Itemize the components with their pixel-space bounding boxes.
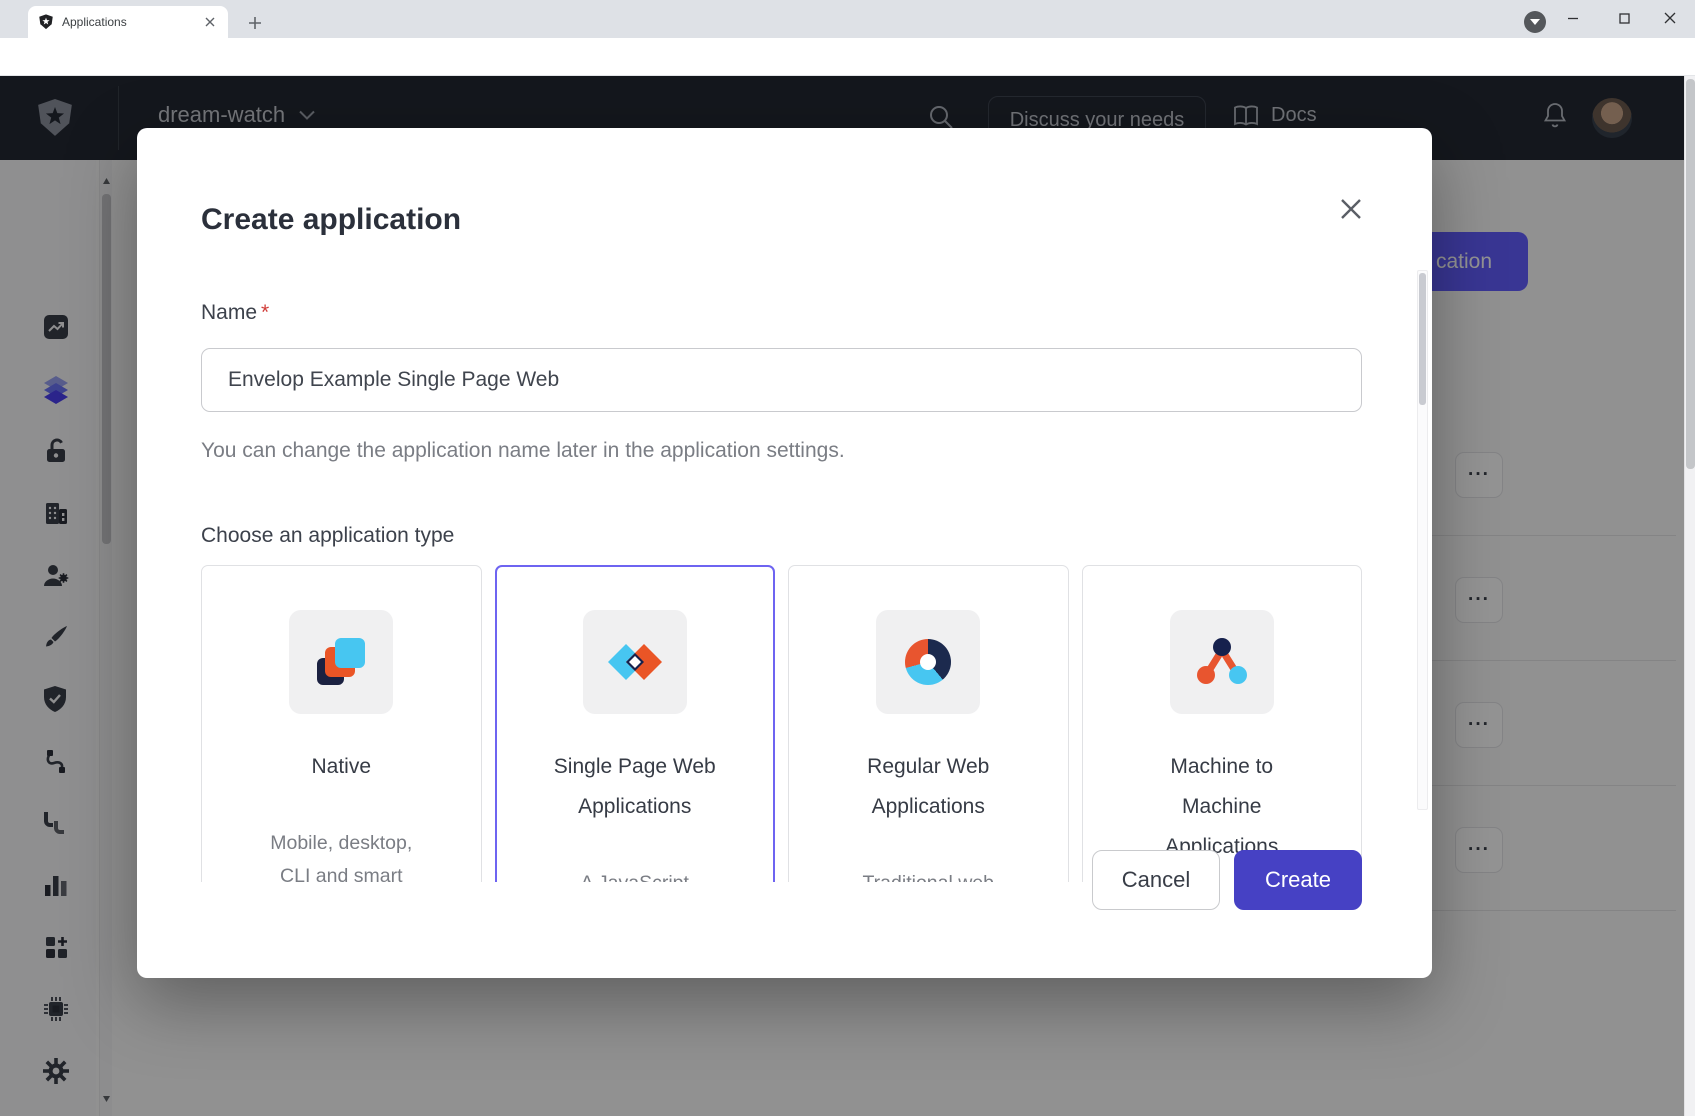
card-single-page-web[interactable]: Single Page Web Applications A JavaScrip… <box>495 565 776 882</box>
modal-title: Create application <box>201 200 1362 240</box>
modal-footer: Cancel Create <box>137 882 1432 978</box>
window-maximize-button[interactable] <box>1601 0 1647 36</box>
card-description: A JavaScript <box>552 867 717 882</box>
close-icon[interactable] <box>1336 194 1366 224</box>
card-native[interactable]: Native Mobile, desktop, CLI and smart <box>201 565 482 882</box>
create-button[interactable]: Create <box>1234 850 1362 910</box>
machine-to-machine-icon <box>1194 634 1250 690</box>
browser-tabstrip: Applications <box>0 0 1695 38</box>
tab-search-icon[interactable] <box>1524 11 1546 33</box>
required-asterisk: * <box>261 301 269 324</box>
card-machine-to-machine[interactable]: Machine to Machine Applications <box>1082 565 1363 882</box>
card-title: Regular Web Applications <box>838 747 1018 827</box>
page-scroll-thumb[interactable] <box>1686 79 1695 469</box>
card-title: Native <box>251 747 431 787</box>
tab-close-icon[interactable] <box>202 14 218 30</box>
new-tab-button[interactable] <box>242 10 268 36</box>
spa-icon-tile <box>583 610 687 714</box>
card-title: Single Page Web Applications <box>545 747 725 827</box>
card-title: Machine to Machine Applications <box>1132 747 1312 867</box>
cancel-button[interactable]: Cancel <box>1092 850 1220 910</box>
modal-scroll-thumb[interactable] <box>1419 273 1426 405</box>
name-label: Name* <box>201 300 1362 326</box>
tab-title: Applications <box>62 15 194 29</box>
modal-scrollbar[interactable] <box>1417 270 1428 810</box>
application-type-cards: Native Mobile, desktop, CLI and smart Si… <box>201 565 1362 882</box>
create-application-modal: Create application Name* You can change … <box>137 128 1432 978</box>
regular-web-app-icon <box>905 639 951 685</box>
browser-tab-applications[interactable]: Applications <box>28 6 228 38</box>
single-page-app-icon <box>607 634 663 690</box>
auth0-favicon <box>38 14 54 30</box>
window-close-button[interactable] <box>1647 0 1693 36</box>
m2m-icon-tile <box>1170 610 1274 714</box>
application-type-label: Choose an application type <box>201 522 1362 549</box>
native-icon-tile <box>289 610 393 714</box>
application-name-input[interactable] <box>201 348 1362 412</box>
page-scrollbar[interactable] <box>1684 76 1695 1116</box>
browser-toolbar: manage.auth0.com/dashboard/eu/dream-watc… <box>0 38 1695 76</box>
card-description: Traditional web <box>846 867 1011 882</box>
native-icon <box>312 633 370 691</box>
card-description: Mobile, desktop, CLI and smart <box>259 827 424 882</box>
regular-web-icon-tile <box>876 610 980 714</box>
window-minimize-button[interactable] <box>1550 0 1596 36</box>
card-regular-web[interactable]: Regular Web Applications Traditional web <box>788 565 1069 882</box>
name-helper-text: You can change the application name late… <box>201 438 1362 464</box>
modal-body: Create application Name* You can change … <box>137 128 1432 882</box>
